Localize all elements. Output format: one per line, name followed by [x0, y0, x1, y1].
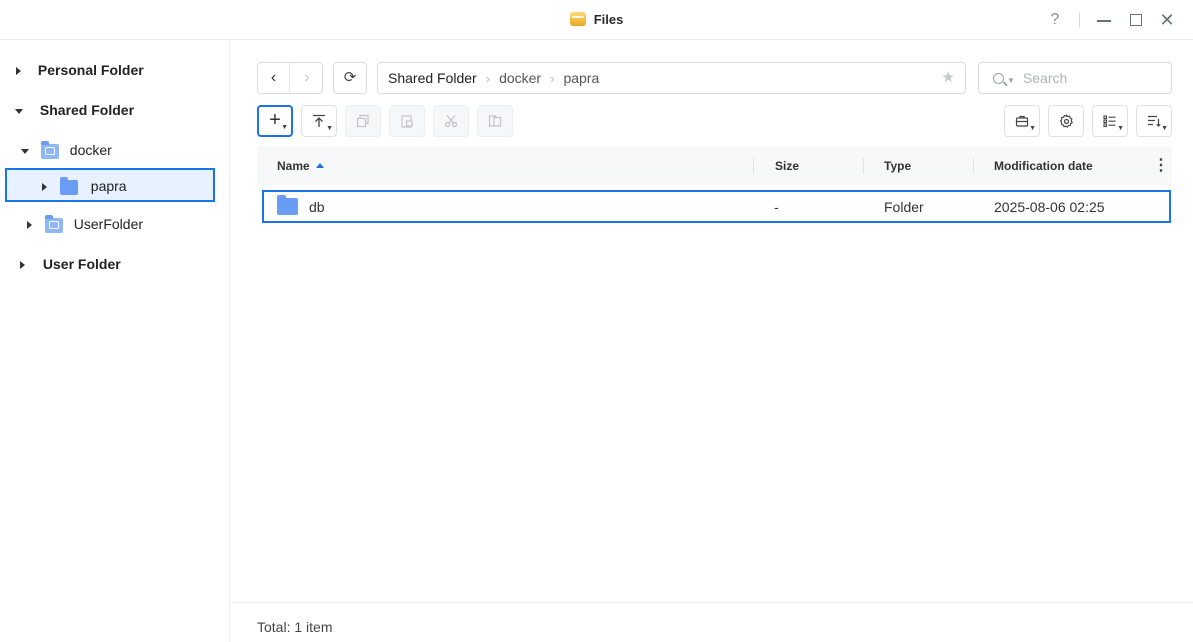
column-header-modification-date[interactable]: Modification date [994, 146, 1093, 186]
list-view-icon [1103, 115, 1116, 128]
breadcrumb-separator-icon: › [550, 71, 555, 86]
settings-button[interactable] [1048, 105, 1084, 137]
tree-item-label: UserFolder [73, 216, 144, 232]
path-breadcrumb[interactable]: Shared Folder › docker › papra ★ [377, 62, 966, 94]
tree-item-label: papra [90, 178, 127, 194]
tree-item-userfolder[interactable]: UserFolder [27, 207, 143, 241]
scissors-icon [444, 115, 458, 128]
title-bar-divider [1079, 12, 1080, 28]
tree-item-papra[interactable]: papra [42, 169, 127, 203]
item-count-text: Total: 1 item [257, 619, 333, 635]
column-header-name[interactable]: Name [277, 146, 324, 186]
breadcrumb-papra[interactable]: papra [563, 70, 599, 86]
favorite-star-icon[interactable]: ★ [942, 63, 955, 93]
column-divider[interactable] [753, 158, 754, 174]
upload-button[interactable]: ▼ [301, 105, 337, 137]
folder-icon [277, 195, 298, 215]
search-box[interactable]: ▼ [978, 62, 1172, 94]
minimize-button[interactable] [1093, 9, 1115, 31]
paste-icon [401, 115, 413, 128]
file-list-header: Name Size Type Modification date ⋮ [257, 146, 1172, 186]
back-button[interactable]: ‹ [258, 63, 290, 93]
title-bar: Files ? ✕ [0, 0, 1193, 40]
window-title-text: Files [593, 12, 624, 27]
expand-caret-icon[interactable] [16, 67, 21, 76]
dropdown-caret-icon: ▼ [1117, 125, 1124, 132]
sort-ascending-icon [315, 163, 324, 168]
search-icon [993, 73, 1004, 84]
table-row[interactable]: db - Folder 2025-08-06 02:25 [262, 190, 1171, 223]
tree-item-personal-folder[interactable]: Personal Folder [16, 53, 144, 87]
column-options-icon[interactable]: ⋮ [1153, 146, 1169, 186]
dropdown-caret-icon: ▼ [326, 125, 333, 132]
plus-icon: + [269, 109, 281, 131]
column-header-type[interactable]: Type [884, 146, 911, 186]
dropdown-caret-icon: ▼ [1161, 125, 1168, 132]
status-bar: Total: 1 item [230, 602, 1193, 642]
view-mode-button[interactable]: ▼ [1092, 105, 1128, 137]
expand-caret-icon[interactable] [27, 221, 32, 230]
file-name-cell: db [277, 192, 325, 222]
sort-icon [1148, 115, 1161, 127]
tree-item-label: Personal Folder [37, 62, 144, 78]
refresh-button[interactable]: ⟳ [333, 62, 367, 94]
upload-icon [313, 114, 325, 127]
dropdown-caret-icon: ▼ [1029, 125, 1036, 132]
expand-caret-icon[interactable] [42, 183, 47, 192]
create-button[interactable]: + ▼ [257, 105, 293, 137]
sidebar-tree: Personal Folder Shared Folder docker pap… [0, 40, 230, 642]
column-header-size[interactable]: Size [775, 146, 799, 186]
sort-button[interactable]: ▼ [1136, 105, 1172, 137]
expand-caret-icon[interactable] [20, 261, 25, 270]
duplicate-button[interactable] [477, 105, 513, 137]
cut-button[interactable] [433, 105, 469, 137]
breadcrumb-shared-folder[interactable]: Shared Folder [388, 70, 477, 86]
tree-item-label: docker [69, 142, 112, 158]
shared-folder-icon [40, 140, 59, 159]
help-button[interactable]: ? [1044, 9, 1066, 31]
forward-button[interactable]: › [291, 63, 323, 93]
history-nav-group: ‹ › [257, 62, 323, 94]
file-type-cell: Folder [884, 199, 924, 215]
collapse-caret-icon[interactable] [21, 148, 29, 154]
shared-folder-icon [44, 214, 63, 233]
tools-button[interactable]: ▼ [1004, 105, 1040, 137]
breadcrumb-docker[interactable]: docker [499, 70, 541, 86]
window-title: Files [0, 12, 1193, 27]
collapse-caret-icon[interactable] [15, 108, 23, 114]
file-name: db [309, 199, 325, 215]
search-input[interactable] [1022, 70, 1163, 86]
column-divider[interactable] [973, 158, 974, 174]
tree-item-label: Shared Folder [39, 102, 135, 118]
file-station-window: Files ? ✕ Personal Folder Shared Folder … [0, 0, 1193, 642]
maximize-button[interactable] [1125, 9, 1147, 31]
briefcase-icon [1015, 115, 1029, 127]
search-options-caret-icon[interactable]: ▼ [1007, 76, 1015, 85]
files-app-icon [569, 12, 586, 26]
tree-item-label: User Folder [42, 256, 121, 272]
copy-icon [356, 114, 369, 128]
duplicate-icon [488, 115, 502, 127]
column-divider[interactable] [863, 158, 864, 174]
dropdown-caret-icon: ▼ [281, 124, 288, 131]
breadcrumb-separator-icon: › [485, 71, 491, 86]
gear-icon [1059, 114, 1073, 128]
copy-button[interactable] [345, 105, 381, 137]
paste-button[interactable] [389, 105, 425, 137]
tree-item-user-folder[interactable]: User Folder [20, 247, 121, 281]
folder-icon [59, 176, 78, 195]
file-modified-cell: 2025-08-06 02:25 [994, 199, 1105, 215]
file-size-cell: - [774, 199, 779, 215]
tree-item-docker[interactable]: docker [21, 133, 112, 167]
close-button[interactable]: ✕ [1156, 9, 1178, 31]
tree-item-shared-folder[interactable]: Shared Folder [15, 93, 134, 127]
